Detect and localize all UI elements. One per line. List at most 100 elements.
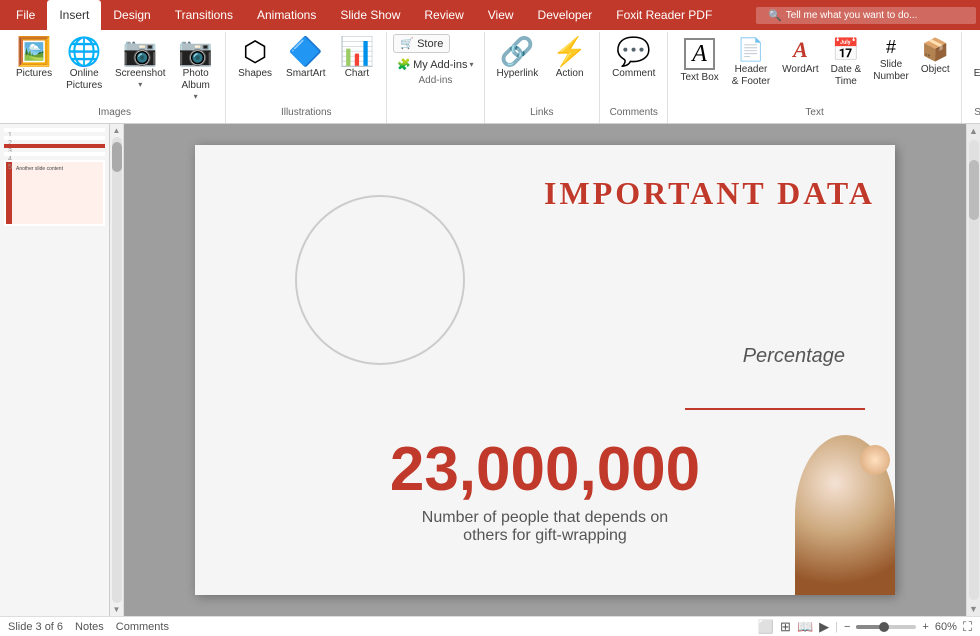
view-reading-icon[interactable]: 📖 [797, 619, 813, 635]
illustrations-buttons: ⬡ Shapes 🔷 SmartArt 📊 Chart [232, 34, 380, 105]
hyperlink-button[interactable]: 🔗 Hyperlink [491, 34, 545, 84]
slide-subtitle-line2: others for gift-wrapping [195, 527, 895, 545]
fit-page-icon[interactable]: ⛶ [963, 619, 972, 635]
zoom-out-icon[interactable]: − [844, 621, 850, 633]
tab-transitions[interactable]: Transitions [163, 0, 245, 30]
comments-buttons: 💬 Comment [606, 34, 661, 105]
action-label: Action [556, 68, 584, 80]
tab-slideshow[interactable]: Slide Show [328, 0, 412, 30]
slide-percentage-label: Percentage [743, 345, 845, 368]
tab-foxit[interactable]: Foxit Reader PDF [604, 0, 724, 30]
slide-thumb-3[interactable]: 25% Important dataabout gifts 3 [4, 144, 105, 148]
slide-thumb-4[interactable]: SOCIAL MEDIA Statistics about social med… [4, 152, 105, 156]
scroll-thumb[interactable] [112, 142, 122, 172]
comment-button[interactable]: 💬 Comment [606, 34, 661, 84]
tab-bar: File Insert Design Transitions Animation… [0, 0, 980, 30]
chart-icon: 📊 [340, 38, 375, 66]
zoom-in-icon[interactable]: + [922, 621, 928, 633]
shapes-label: Shapes [238, 68, 272, 80]
store-button[interactable]: 🛒 Store [393, 34, 450, 53]
slide-subtitle: Number of people that depends on others … [195, 509, 895, 545]
tab-file[interactable]: File [4, 0, 47, 30]
ribbon-group-text: A Text Box 📄 Header& Footer A WordArt 📅 … [668, 32, 961, 123]
tab-design[interactable]: Design [101, 0, 162, 30]
tab-developer[interactable]: Developer [526, 0, 605, 30]
screenshot-icon: 📷 [123, 38, 158, 66]
images-buttons: 🖼️ Pictures 🌐 OnlinePictures 📷 Screensho… [10, 34, 219, 105]
my-addins-button[interactable]: 🧩 My Add-ins ▾ [393, 56, 477, 73]
slide-number-icon: # [886, 37, 896, 58]
comment-label: Comment [612, 68, 655, 80]
vscroll-thumb[interactable] [969, 160, 979, 220]
notes-button[interactable]: Notes [75, 621, 104, 633]
store-label: Store [417, 38, 443, 50]
tab-review[interactable]: Review [412, 0, 475, 30]
slide-subtitle-line1: Number of people that depends on [195, 509, 895, 527]
images-group-label: Images [10, 105, 219, 121]
smartart-button[interactable]: 🔷 SmartArt [280, 34, 331, 84]
photo-album-label: PhotoAlbum [182, 68, 210, 92]
ribbon-search[interactable]: 🔍 Tell me what you want to do... [756, 7, 976, 24]
date-time-button[interactable]: 📅 Date &Time [826, 34, 867, 91]
view-normal-icon[interactable]: ⬜ [758, 619, 774, 635]
equation-button[interactable]: ∑ Equation [968, 34, 980, 84]
symbols-group-label: Symbols [968, 105, 980, 121]
shapes-button[interactable]: ⬡ Shapes [232, 34, 278, 84]
slide-panel-scrollbar[interactable]: ▲ ▼ [110, 124, 124, 616]
action-button[interactable]: ⚡ Action [546, 34, 593, 84]
object-button[interactable]: 📦 Object [916, 34, 955, 79]
slide-circle [295, 195, 465, 365]
vscroll-track [969, 140, 979, 600]
canvas-area: IMPORTANT DATA Percentage 23,000,000 Num… [124, 124, 966, 616]
canvas-vscrollbar[interactable]: ▲ ▼ [966, 124, 980, 616]
tab-animations[interactable]: Animations [245, 0, 328, 30]
search-placeholder-text: Tell me what you want to do... [786, 10, 918, 21]
zoom-separator: | [835, 621, 838, 633]
photo-album-button[interactable]: 📷 PhotoAlbum ▾ [172, 34, 219, 105]
textbox-button[interactable]: A Text Box [674, 34, 724, 88]
addins-group-label: Add-ins [393, 73, 477, 89]
photo-album-icon: 📷 [178, 38, 213, 66]
slide-thumb-5[interactable]: Another slide content 5 [4, 160, 105, 226]
slide-thumb-2[interactable]: 35 ASSOCIATIONS There are many variation… [4, 136, 105, 140]
slide-decoration [795, 435, 895, 595]
vscroll-up[interactable]: ▲ [967, 124, 980, 138]
status-bar: Slide 3 of 6 Notes Comments ⬜ ⊞ 📖 ▶ | − … [0, 616, 980, 636]
wordart-button[interactable]: A WordArt [777, 34, 824, 79]
wordart-label: WordArt [782, 64, 819, 76]
scroll-up-arrow[interactable]: ▲ [113, 126, 121, 135]
zoom-slider[interactable] [856, 625, 916, 629]
slide-panel: THIS IS A MAP Lorem ipsum text here 1 35… [0, 124, 110, 616]
object-icon: 📦 [922, 37, 949, 63]
textbox-icon: A [684, 38, 715, 70]
ribbon-content: 🖼️ Pictures 🌐 OnlinePictures 📷 Screensho… [0, 30, 980, 123]
search-icon: 🔍 [768, 9, 782, 22]
slide-canvas[interactable]: IMPORTANT DATA Percentage 23,000,000 Num… [195, 145, 895, 595]
ribbon: 🖼️ Pictures 🌐 OnlinePictures 📷 Screensho… [0, 30, 980, 124]
slide-number-button[interactable]: # SlideNumber [868, 34, 914, 86]
header-footer-label: Header& Footer [732, 64, 770, 88]
my-addins-label: My Add-ins [413, 59, 467, 71]
pictures-button[interactable]: 🖼️ Pictures [10, 34, 58, 84]
online-pictures-icon: 🌐 [67, 38, 102, 66]
comments-button[interactable]: Comments [116, 621, 169, 633]
pictures-icon: 🖼️ [17, 38, 52, 66]
chart-button[interactable]: 📊 Chart [334, 34, 381, 84]
slide-5-number: 5 [8, 164, 12, 171]
date-time-label: Date &Time [831, 64, 862, 88]
screenshot-button[interactable]: 📷 Screenshot ▾ [110, 34, 170, 93]
store-icon: 🛒 [400, 37, 414, 50]
zoom-level: 60% [935, 621, 957, 633]
online-pictures-button[interactable]: 🌐 OnlinePictures [60, 34, 108, 96]
slide-thumb-1[interactable]: THIS IS A MAP Lorem ipsum text here 1 [4, 128, 105, 132]
object-label: Object [921, 64, 950, 76]
view-slide-sorter-icon[interactable]: ⊞ [780, 619, 791, 635]
main-area: THIS IS A MAP Lorem ipsum text here 1 35… [0, 124, 980, 616]
scroll-down-arrow[interactable]: ▼ [113, 605, 121, 614]
tab-insert[interactable]: Insert [47, 0, 101, 30]
view-slideshow-icon[interactable]: ▶ [819, 619, 829, 635]
ribbon-group-illustrations: ⬡ Shapes 🔷 SmartArt 📊 Chart Illustration… [226, 32, 387, 123]
header-footer-button[interactable]: 📄 Header& Footer [727, 34, 775, 91]
screenshot-label: Screenshot [115, 68, 166, 80]
tab-view[interactable]: View [476, 0, 526, 30]
